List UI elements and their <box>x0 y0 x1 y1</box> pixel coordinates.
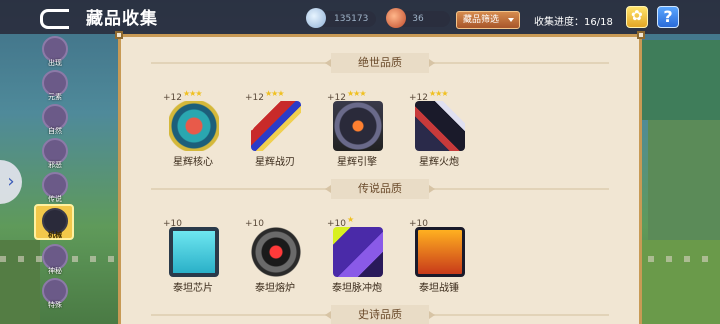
page-title: 藏品收集 <box>86 9 158 29</box>
category-tab[interactable]: 特殊 <box>40 278 72 312</box>
titan-furnace-icon <box>251 227 301 277</box>
back-button[interactable] <box>36 5 72 29</box>
category-label: 特殊 <box>48 301 62 309</box>
panel-corner <box>115 31 123 39</box>
titan-warhammer-icon <box>415 227 465 277</box>
category-tab-active[interactable]: 机械 <box>34 204 74 240</box>
star-rating: ★★★ <box>347 89 366 98</box>
lotus-icon[interactable] <box>626 6 648 28</box>
collectible-item[interactable]: +10 泰坦战锤 <box>389 219 469 311</box>
category-tab[interactable]: 元素 <box>40 70 72 104</box>
star-rating: ★★★ <box>183 89 202 98</box>
titan-pulse-cannon-icon <box>333 227 383 277</box>
item-name: 泰坦战锤 <box>419 283 459 294</box>
star-blade-icon <box>251 101 301 151</box>
collection-progress: 收集进度：16/18 <box>534 17 613 28</box>
category-rail: 出现 元素 自然 邪恶 机械 传说 神秘 特殊 <box>34 34 76 324</box>
section-title: 史诗品质 <box>325 305 435 324</box>
star-rating: ★★★ <box>429 89 448 98</box>
section-title: 绝世品质 <box>325 53 435 73</box>
gem-icon <box>306 8 326 28</box>
star-rating: ★★★ <box>265 89 284 98</box>
star-core-icon <box>169 101 219 151</box>
category-label: 机械 <box>48 231 62 239</box>
category-tab[interactable]: 邪恶 <box>40 138 72 172</box>
category-label: 自然 <box>48 127 62 135</box>
section-header: 传说品质 <box>121 179 639 199</box>
section-header: 绝世品质 <box>121 53 639 73</box>
gem-count: 135173 <box>334 14 369 24</box>
category-tab[interactable]: 神秘 <box>40 244 72 278</box>
collection-filter-button[interactable]: 藏品筛选 <box>456 11 520 29</box>
top-bar: 藏品收集 135173 36 藏品筛选 收集进度：16/18 ? <box>0 0 720 34</box>
background-tile <box>0 240 40 324</box>
expand-tab[interactable]: › <box>0 160 22 204</box>
dropdown-arrow-icon <box>508 18 514 22</box>
ore-count: 36 <box>412 14 424 24</box>
background-tile <box>640 240 720 324</box>
collectible-item[interactable]: +12 ★★★ 星辉引擎 <box>307 89 387 185</box>
category-tab[interactable]: 出现 <box>40 36 72 70</box>
category-label: 出现 <box>48 59 62 67</box>
filter-label: 藏品筛选 <box>463 15 500 25</box>
category-label: 传说 <box>48 195 62 203</box>
chevron-right-icon: › <box>7 171 15 192</box>
category-tab[interactable]: 自然 <box>40 104 72 138</box>
collectible-item[interactable]: +10 泰坦熔炉 <box>225 219 305 311</box>
help-icon[interactable]: ? <box>657 6 679 28</box>
item-name: 星辉火炮 <box>419 157 459 168</box>
collectible-item[interactable]: +12 ★★★ 星辉核心 <box>143 89 223 185</box>
section-header: 史诗品质 <box>121 305 639 324</box>
panel-corner <box>637 31 645 39</box>
star-engine-icon <box>333 101 383 151</box>
collectible-item[interactable]: +10 泰坦芯片 <box>143 219 223 311</box>
category-label: 元素 <box>48 93 62 101</box>
star-rating: ★ <box>347 215 354 224</box>
background-tile <box>648 120 720 240</box>
category-label: 神秘 <box>48 267 62 275</box>
section-title: 传说品质 <box>325 179 435 199</box>
category-label: 邪恶 <box>48 161 62 169</box>
titan-chip-icon <box>169 227 219 277</box>
category-tab[interactable]: 传说 <box>40 172 72 206</box>
background-tile <box>640 40 720 120</box>
collectible-item[interactable]: +12 ★★★ 星辉火炮 <box>389 89 469 185</box>
collectible-item[interactable]: +10 ★ 泰坦脉冲炮 <box>307 215 387 311</box>
star-cannon-icon <box>415 101 465 151</box>
ore-counter: 36 <box>386 8 450 28</box>
collectible-item[interactable]: +12 ★★★ 星辉战刃 <box>225 89 305 185</box>
ore-icon <box>386 8 406 28</box>
collection-panel: 绝世品质 +12 ★★★ 星辉核心 +12 ★★★ 星辉战刃 +12 ★★★ 星… <box>115 31 645 324</box>
gem-counter: 135173 <box>306 8 376 28</box>
